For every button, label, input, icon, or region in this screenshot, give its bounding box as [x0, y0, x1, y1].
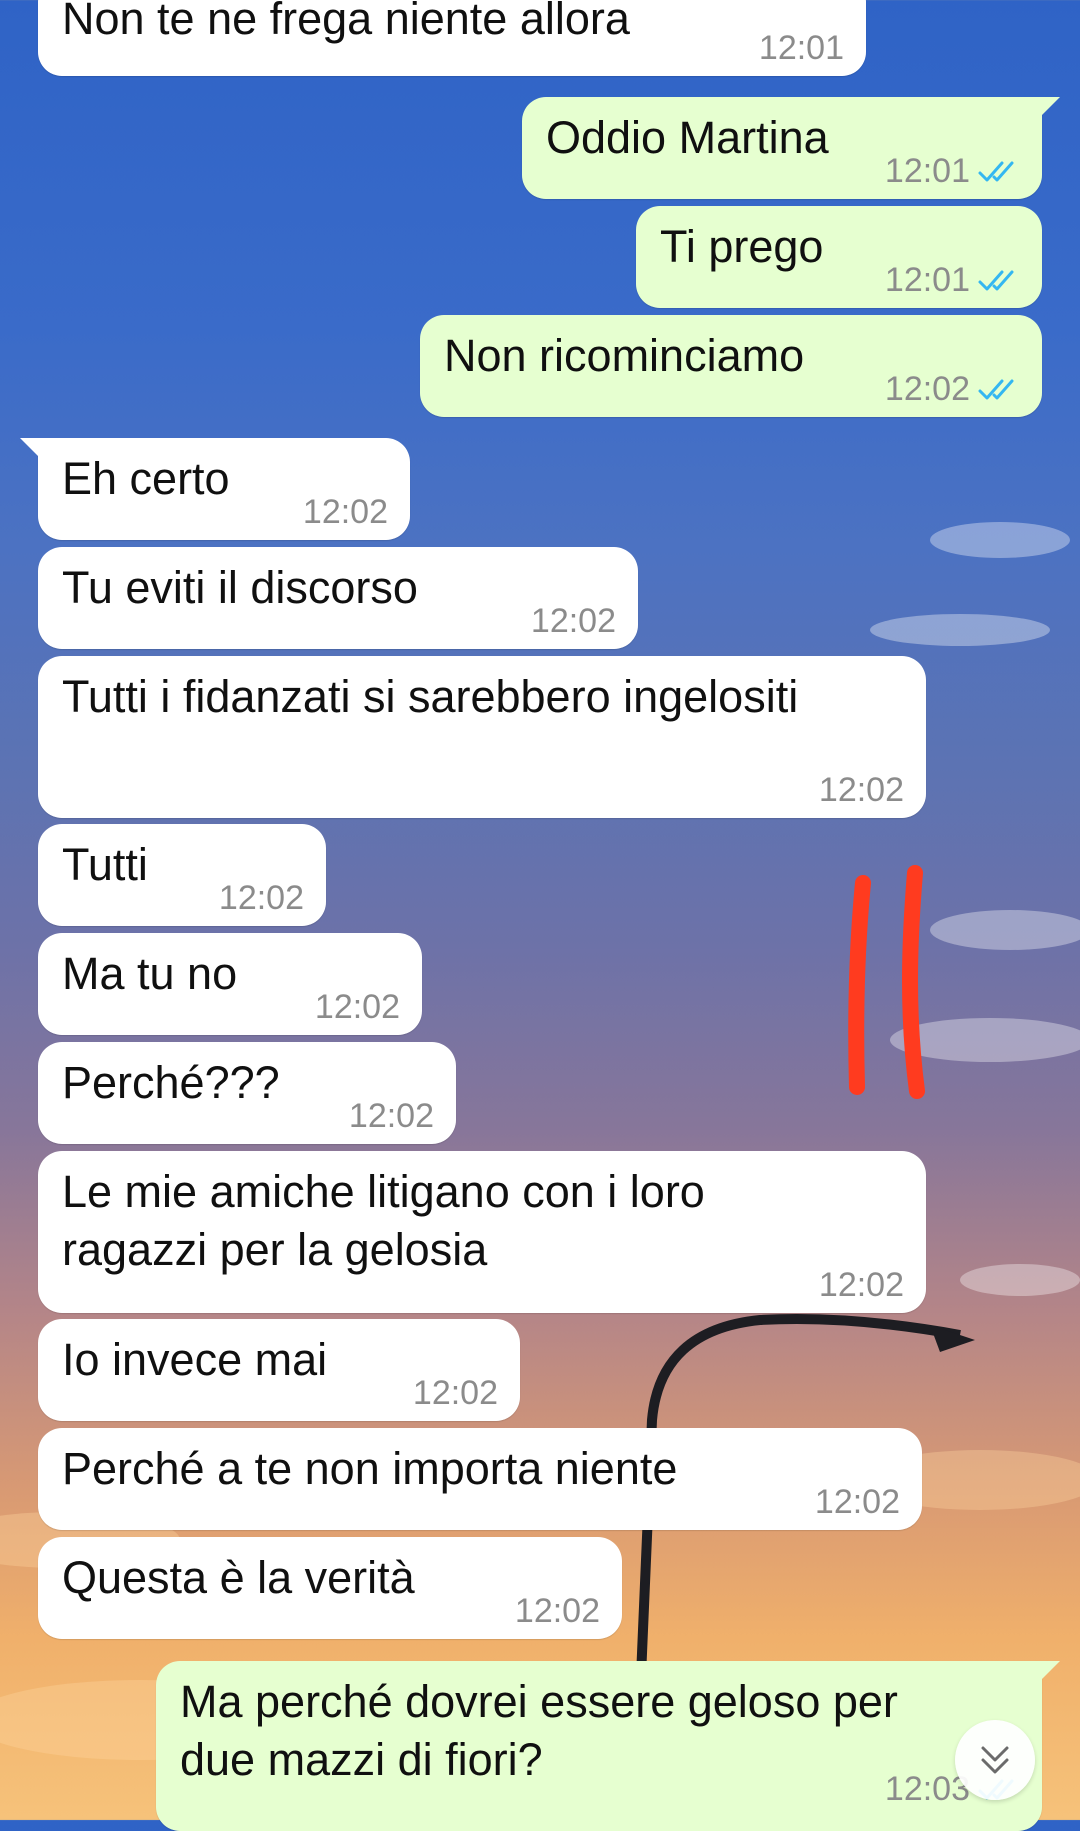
message-text: Ma tu no — [62, 948, 238, 999]
message-text: Le mie amiche litigano con i loro ragazz… — [62, 1166, 705, 1275]
message-meta: 12:02 — [819, 770, 904, 810]
double-check-icon — [978, 161, 1014, 182]
message-meta: 12:02 — [819, 1265, 904, 1305]
message-bubble-incoming[interactable]: Eh certo 12:02 — [20, 438, 410, 540]
message-time: 12:01 — [758, 29, 844, 67]
message-text: Tutti i fidanzati si sarebbero ingelosit… — [62, 671, 799, 722]
message-text: Ma perché dovrei essere geloso per due m… — [180, 1676, 898, 1785]
message-time: 12:02 — [348, 1097, 434, 1135]
message-meta: 12:02 — [315, 987, 400, 1027]
message-time: 12:02 — [814, 1483, 900, 1521]
message-bubble-incoming[interactable]: Perché a te non importa niente 12:02 — [38, 1428, 922, 1530]
message-time: 12:02 — [818, 771, 904, 809]
message-bubble-incoming[interactable]: Tutti 12:02 — [38, 824, 326, 926]
message-text: Tu eviti il discorso — [62, 562, 418, 613]
double-chevron-down-icon — [981, 1746, 1009, 1774]
message-text: Questa è la verità — [62, 1552, 415, 1603]
message-meta: 12:02 — [815, 1482, 900, 1522]
double-check-icon — [978, 379, 1014, 400]
message-text: Oddio Martina — [546, 112, 829, 163]
message-bubble-incoming[interactable]: Ma tu no 12:02 — [38, 933, 422, 1035]
message-time: 12:02 — [514, 1592, 600, 1630]
message-meta: 12:02 — [303, 492, 388, 532]
message-time: 12:02 — [818, 1266, 904, 1304]
message-bubble-incoming[interactable]: Perché??? 12:02 — [38, 1042, 456, 1144]
message-bubble-outgoing[interactable]: Ma perché dovrei essere geloso per due m… — [156, 1661, 1060, 1831]
message-text: Io invece mai — [62, 1334, 328, 1385]
message-time: 12:01 — [884, 261, 970, 299]
message-bubble-incoming[interactable]: Questa è la verità 12:02 — [38, 1537, 622, 1639]
message-text: Non ricominciamo — [444, 330, 805, 381]
message-bubble-incoming[interactable]: Tutti i fidanzati si sarebbero ingelosit… — [38, 656, 926, 818]
message-bubble-incoming[interactable]: Non te ne frega niente allora 12:01 — [38, 0, 866, 76]
message-bubble-outgoing[interactable]: Oddio Martina 12:01 — [522, 97, 1060, 199]
message-text: Perché a te non importa niente — [62, 1443, 678, 1494]
message-time: 12:02 — [218, 879, 304, 917]
message-time: 12:02 — [412, 1374, 498, 1412]
scroll-to-bottom-button[interactable] — [955, 1720, 1035, 1800]
message-text: Perché??? — [62, 1057, 280, 1108]
message-meta: 12:02 — [413, 1373, 498, 1413]
message-meta: 12:02 — [219, 878, 304, 918]
double-check-icon — [978, 270, 1014, 291]
message-bubble-incoming[interactable]: Io invece mai 12:02 — [38, 1319, 520, 1421]
message-bubble-incoming[interactable]: Le mie amiche litigano con i loro ragazz… — [38, 1151, 926, 1313]
message-time: 12:02 — [314, 988, 400, 1026]
message-meta: 12:02 — [349, 1096, 434, 1136]
message-text: Eh certo — [62, 453, 230, 504]
message-time: 12:02 — [530, 602, 616, 640]
message-bubble-incoming[interactable]: Tu eviti il discorso 12:02 — [38, 547, 638, 649]
message-meta: 12:01 — [885, 260, 1020, 300]
message-time: 12:02 — [302, 493, 388, 531]
message-meta: 12:01 — [885, 151, 1020, 191]
message-meta: 12:02 — [515, 1591, 600, 1631]
message-text: Tutti — [62, 839, 148, 890]
message-bubble-outgoing[interactable]: Non ricominciamo 12:02 — [420, 315, 1042, 417]
message-meta: 12:02 — [531, 601, 616, 641]
message-text: Ti prego — [660, 221, 824, 272]
chat-thread[interactable]: Non te ne frega niente allora 12:01 Oddi… — [0, 0, 1080, 1831]
message-time: 12:02 — [884, 370, 970, 408]
message-text: Non te ne frega niente allora — [62, 0, 630, 44]
message-bubble-outgoing[interactable]: Ti prego 12:01 — [636, 206, 1042, 308]
message-meta: 12:01 — [759, 28, 844, 68]
message-time: 12:01 — [884, 152, 970, 190]
message-meta: 12:02 — [885, 369, 1020, 409]
